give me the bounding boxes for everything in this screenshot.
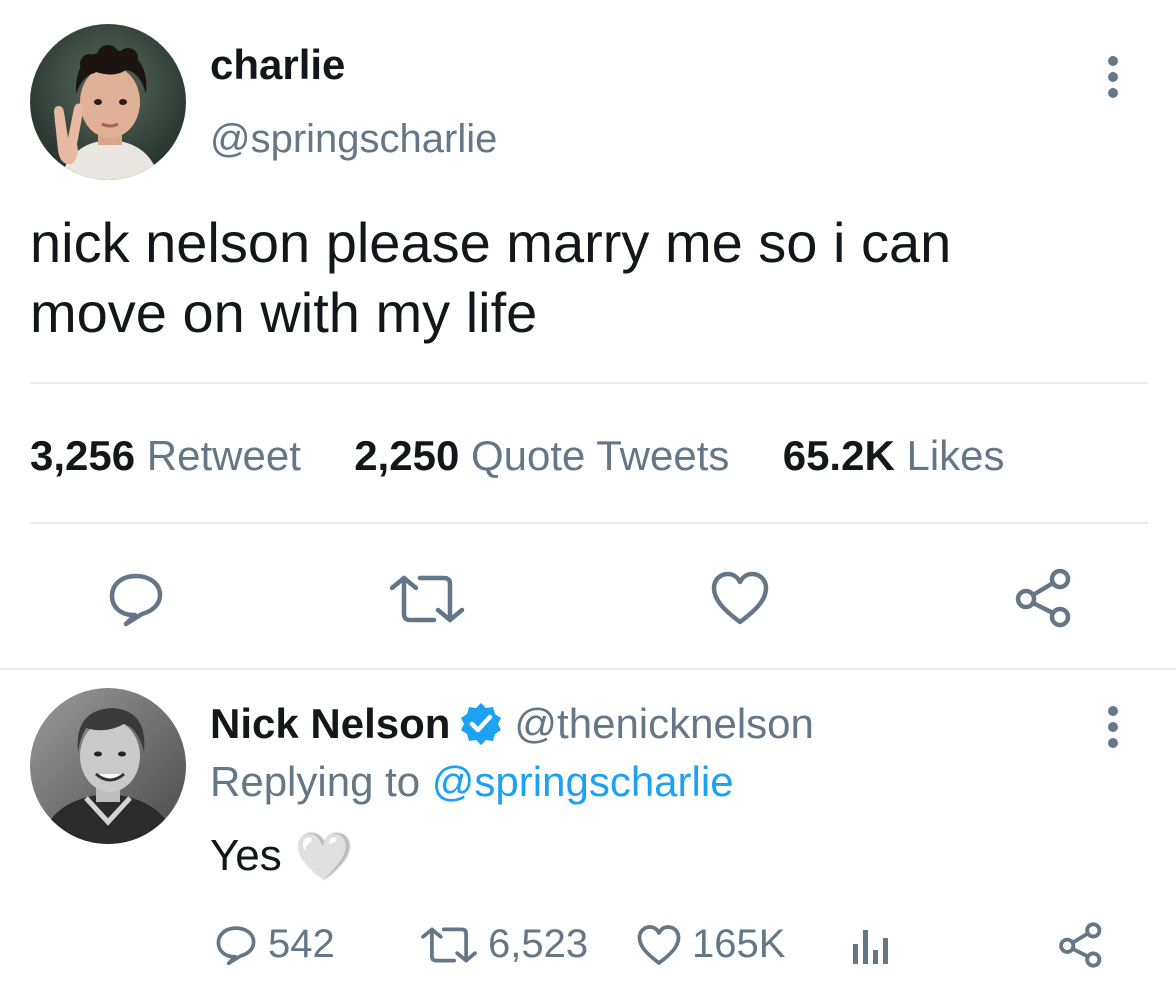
verified-badge-icon: [461, 703, 502, 745]
replying-to: Replying to @springscharlie: [210, 756, 734, 808]
quote-stat-label: Quote Tweets: [470, 432, 730, 479]
analytics-icon[interactable]: [850, 926, 890, 966]
retweet-stat[interactable]: 3,256 Retweet: [30, 432, 313, 479]
charlie-avatar-image: [30, 24, 186, 180]
reply-icon: [216, 925, 256, 965]
tweet-more-menu-icon[interactable]: [1106, 56, 1120, 98]
tweet-text-line: nick nelson please marry me so i can: [30, 211, 952, 274]
retweet-icon: [421, 927, 477, 962]
reply-retweet-action[interactable]: 6,523: [420, 922, 588, 967]
divider: [30, 382, 1148, 384]
reply-more-menu-icon[interactable]: [1106, 706, 1120, 748]
reply-text-content: Yes: [210, 831, 282, 880]
retweet-stat-label: Retweet: [146, 432, 301, 479]
tweet-text-line: move on with my life: [30, 281, 538, 344]
tweet-stats: 3,256 Retweet 2,250 Quote Tweets 65.2K L…: [30, 430, 1005, 482]
like-icon[interactable]: [710, 570, 770, 626]
likes-stat[interactable]: 65.2K Likes: [783, 432, 1005, 479]
reply-author-handle[interactable]: @thenicknelson: [514, 698, 813, 750]
reply-header: Nick Nelson @thenicknelson: [210, 698, 814, 750]
replying-to-label: Replying to: [210, 758, 421, 805]
like-icon: [637, 924, 681, 965]
divider: [30, 522, 1148, 524]
share-icon[interactable]: [1058, 922, 1104, 968]
like-count: 165K: [692, 922, 786, 966]
retweet-count: 3,256: [30, 432, 136, 479]
likes-stat-label: Likes: [906, 432, 1005, 479]
nick-avatar[interactable]: [30, 688, 186, 844]
reply-like-action[interactable]: 165K: [636, 922, 785, 967]
tweet-author-handle[interactable]: @springscharlie: [210, 114, 497, 164]
reply-count: 542: [268, 922, 335, 966]
tweet-author-name[interactable]: charlie: [210, 40, 345, 90]
divider: [0, 668, 1176, 670]
nick-avatar-image: [30, 688, 186, 844]
retweet-icon[interactable]: [388, 574, 466, 624]
retweet-count: 6,523: [488, 922, 589, 966]
white-heart-emoji: 🤍: [295, 830, 354, 882]
quote-count: 2,250: [354, 432, 460, 479]
charlie-avatar[interactable]: [30, 24, 186, 180]
tweet-text: nick nelson please marry me so i can mov…: [30, 208, 951, 348]
reply-icon[interactable]: [106, 570, 166, 628]
replying-to-handle[interactable]: @springscharlie: [432, 758, 734, 805]
reply-text: Yes 🤍: [210, 828, 353, 884]
share-icon[interactable]: [1014, 568, 1074, 628]
likes-count: 65.2K: [782, 432, 895, 479]
quote-stat[interactable]: 2,250 Quote Tweets: [354, 432, 741, 479]
reply-author-name[interactable]: Nick Nelson: [210, 698, 450, 750]
reply-reply-action[interactable]: 542: [214, 922, 335, 967]
